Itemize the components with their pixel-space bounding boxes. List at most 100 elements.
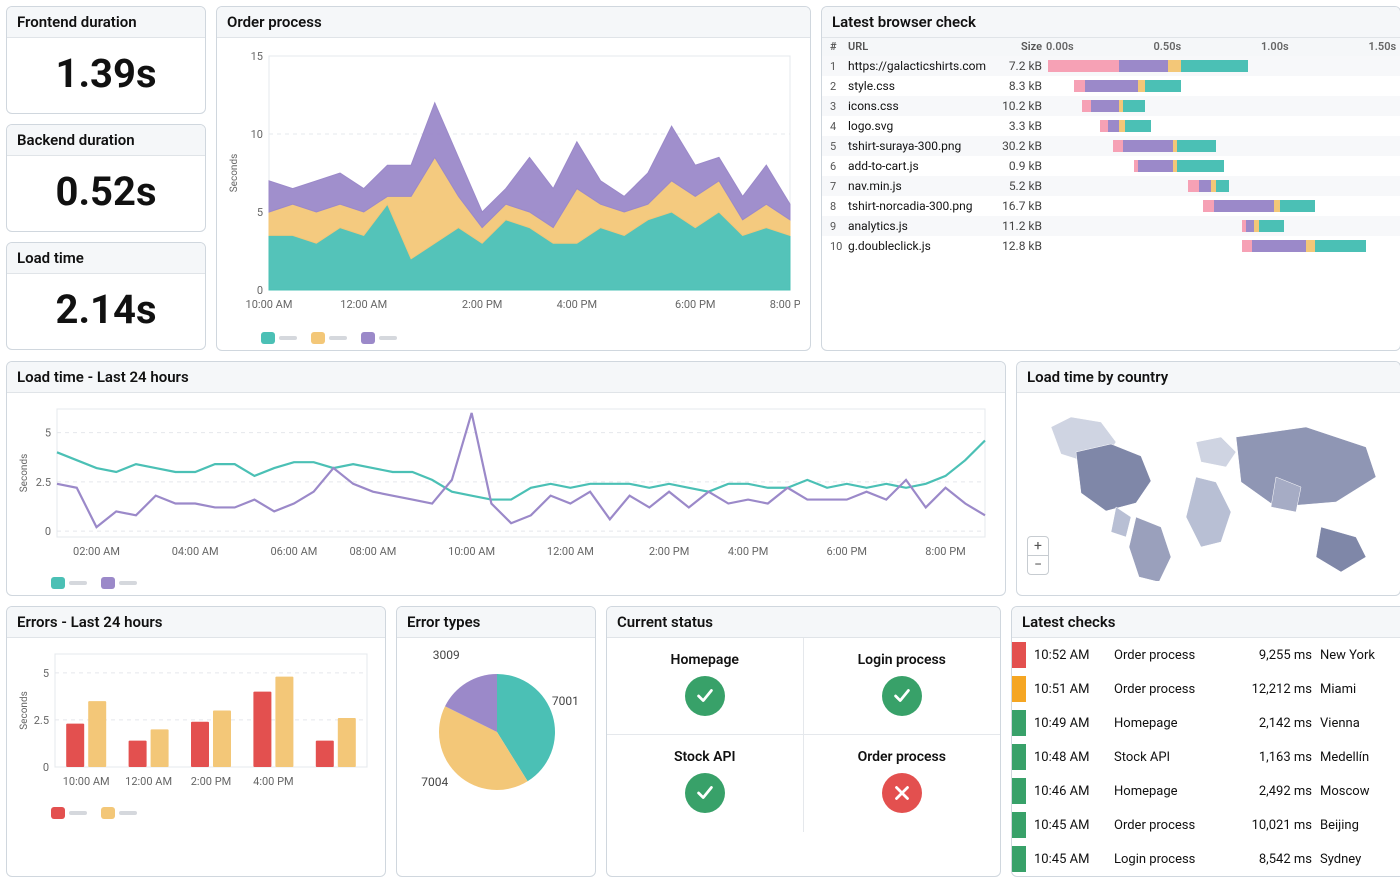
- waterfall-row[interactable]: 10 g.doubleclick.js 12.8 kB: [822, 236, 1400, 256]
- svg-text:Seconds: Seconds: [19, 691, 30, 730]
- current-status-card: Current status Homepage Login process St…: [606, 606, 1001, 877]
- metric-label: Frontend duration: [7, 7, 205, 38]
- svg-text:Seconds: Seconds: [229, 154, 240, 193]
- check-row[interactable]: 10:51 AM Order process 12,212 ms Miami: [1012, 672, 1400, 706]
- browser-check-card: Latest browser check # URL Size 0.00s0.5…: [821, 6, 1400, 351]
- legend-item[interactable]: [261, 332, 297, 344]
- status-name: Order process: [812, 749, 993, 765]
- row-size: 10.2 kB: [998, 99, 1048, 113]
- metric-label: Load time: [7, 243, 205, 274]
- check-row[interactable]: 10:49 AM Homepage 2,142 ms Vienna: [1012, 706, 1400, 740]
- metric-card: Backend duration 0.52s: [6, 124, 206, 232]
- legend-item[interactable]: [51, 577, 87, 589]
- check-row[interactable]: 10:45 AM Order process 10,021 ms Beijing: [1012, 808, 1400, 842]
- row-index: 10: [830, 240, 848, 253]
- row-index: 2: [830, 80, 848, 93]
- check-location: Beijing: [1320, 818, 1397, 833]
- status-color-icon: [1012, 846, 1026, 872]
- row-timeline: [1048, 159, 1392, 173]
- svg-text:02:00 AM: 02:00 AM: [73, 545, 120, 558]
- card-title: Errors - Last 24 hours: [7, 607, 385, 638]
- row-size: 5.2 kB: [998, 179, 1048, 193]
- svg-text:6:00 PM: 6:00 PM: [827, 545, 867, 558]
- svg-text:12:00 AM: 12:00 AM: [340, 298, 387, 311]
- waterfall-row[interactable]: 3 icons.css 10.2 kB: [822, 96, 1400, 116]
- check-location: Miami: [1320, 682, 1397, 697]
- row-timeline: [1048, 119, 1392, 133]
- check-name: Stock API: [1114, 750, 1224, 765]
- card-title: Load time by country: [1017, 362, 1400, 393]
- latest-checks-card: Latest checks 10:52 AM Order process 9,2…: [1011, 606, 1400, 877]
- svg-text:6:00 PM: 6:00 PM: [675, 298, 715, 311]
- check-name: Homepage: [1114, 716, 1224, 731]
- waterfall-row[interactable]: 6 add-to-cart.js 0.9 kB: [822, 156, 1400, 176]
- check-location: Vienna: [1320, 716, 1397, 731]
- legend-item[interactable]: [361, 332, 397, 344]
- waterfall-row[interactable]: 1 https://galacticshirts.com 7.2 kB: [822, 56, 1400, 76]
- waterfall-row[interactable]: 2 style.css 8.3 kB: [822, 76, 1400, 96]
- svg-text:8:00 PM: 8:00 PM: [925, 545, 965, 558]
- status-cell: Homepage: [607, 638, 804, 735]
- waterfall-row[interactable]: 8 tshirt-norcadia-300.png 16.7 kB: [822, 196, 1400, 216]
- check-row[interactable]: 10:46 AM Homepage 2,492 ms Moscow: [1012, 774, 1400, 808]
- svg-text:5: 5: [257, 206, 263, 219]
- check-time: 10:45 AM: [1034, 852, 1106, 867]
- svg-text:5: 5: [45, 427, 51, 440]
- check-row[interactable]: 10:48 AM Stock API 1,163 ms Medellín: [1012, 740, 1400, 774]
- waterfall-row[interactable]: 9 analytics.js 11.2 kB: [822, 216, 1400, 236]
- pie-slice-label: 3009: [433, 648, 460, 662]
- svg-text:0: 0: [43, 761, 49, 774]
- check-time: 10:49 AM: [1034, 716, 1106, 731]
- status-cell: Login process: [804, 638, 1001, 735]
- svg-text:2:00 PM: 2:00 PM: [191, 775, 231, 788]
- legend-item[interactable]: [311, 332, 347, 344]
- check-time: 10:45 AM: [1034, 818, 1106, 833]
- check-duration: 8,542 ms: [1232, 852, 1312, 867]
- row-index: 6: [830, 160, 848, 173]
- pie-slice-label: 7001: [552, 694, 579, 708]
- waterfall-row[interactable]: 7 nav.min.js 5.2 kB: [822, 176, 1400, 196]
- status-color-icon: [1012, 676, 1026, 702]
- metric-card: Frontend duration 1.39s: [6, 6, 206, 114]
- check-circle-icon: [685, 676, 725, 716]
- row-timeline: [1048, 139, 1392, 153]
- check-location: Moscow: [1320, 784, 1397, 799]
- row-timeline: [1048, 219, 1392, 233]
- check-time: 10:48 AM: [1034, 750, 1106, 765]
- card-title: Error types: [397, 607, 595, 638]
- col-num: #: [830, 40, 848, 54]
- check-duration: 10,021 ms: [1232, 818, 1312, 833]
- status-color-icon: [1012, 744, 1026, 770]
- legend-item[interactable]: [101, 577, 137, 589]
- row-url: logo.svg: [848, 119, 998, 133]
- check-name: Homepage: [1114, 784, 1224, 799]
- metric-label: Backend duration: [7, 125, 205, 156]
- svg-text:12:00 AM: 12:00 AM: [125, 775, 172, 788]
- row-index: 7: [830, 180, 848, 193]
- row-index: 4: [830, 120, 848, 133]
- pie-slice-label: 7004: [421, 775, 448, 789]
- legend-item[interactable]: [101, 807, 137, 819]
- row-url: icons.css: [848, 99, 998, 113]
- row-index: 8: [830, 200, 848, 213]
- legend-item[interactable]: [51, 807, 87, 819]
- status-color-icon: [1012, 710, 1026, 736]
- status-cell: Order process: [804, 735, 1001, 832]
- row-size: 3.3 kB: [998, 119, 1048, 133]
- svg-text:10:00 AM: 10:00 AM: [448, 545, 495, 558]
- status-color-icon: [1012, 812, 1026, 838]
- card-title: Latest browser check: [822, 7, 1400, 38]
- waterfall-row[interactable]: 4 logo.svg 3.3 kB: [822, 116, 1400, 136]
- check-row[interactable]: 10:52 AM Order process 9,255 ms New York: [1012, 638, 1400, 672]
- check-circle-icon: [882, 676, 922, 716]
- zoom-out-button[interactable]: −: [1028, 556, 1048, 574]
- zoom-in-button[interactable]: +: [1028, 537, 1048, 556]
- waterfall-row[interactable]: 5 tshirt-suraya-300.png 30.2 kB: [822, 136, 1400, 156]
- map-zoom-control: + −: [1027, 536, 1049, 575]
- row-index: 9: [830, 220, 848, 233]
- check-duration: 12,212 ms: [1232, 682, 1312, 697]
- row-size: 0.9 kB: [998, 159, 1048, 173]
- error-types-card: Error types 7001 7004 3009: [396, 606, 596, 877]
- row-size: 8.3 kB: [998, 79, 1048, 93]
- check-row[interactable]: 10:45 AM Login process 8,542 ms Sydney: [1012, 842, 1400, 876]
